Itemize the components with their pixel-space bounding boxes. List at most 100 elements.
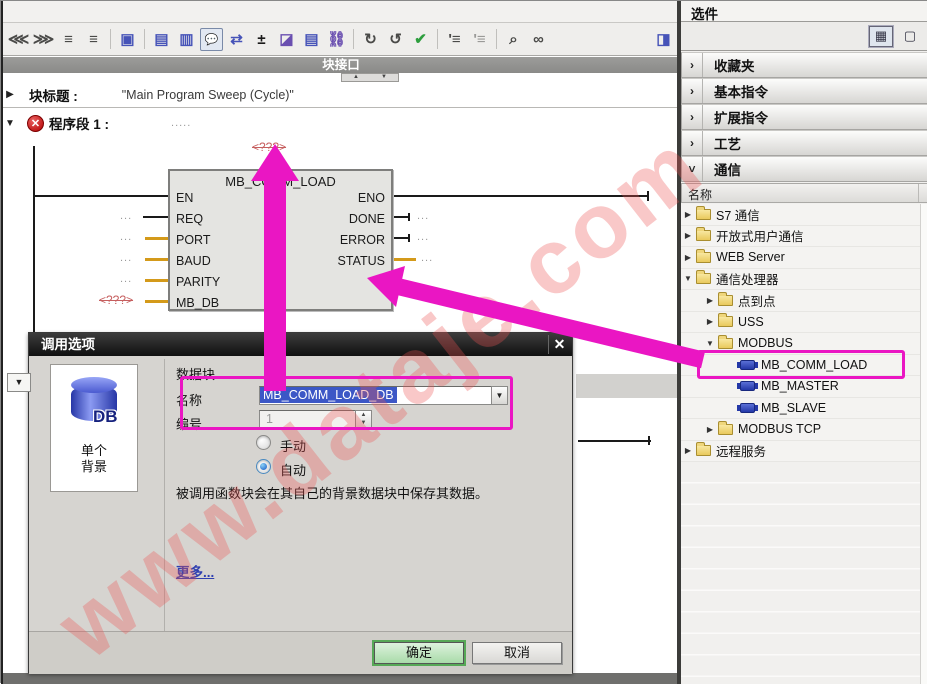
input-pin-MB_DB[interactable]: MB_DB (176, 296, 219, 310)
palette-section-基本指令[interactable]: ›基本指令 (681, 78, 927, 104)
input-pin-BAUD[interactable]: BAUD (176, 254, 211, 268)
req-operand-placeholder[interactable]: ... (120, 210, 132, 222)
output-pin-DONE[interactable]: DONE (349, 212, 385, 226)
manual-radio[interactable] (256, 435, 271, 450)
redo-icon[interactable]: ↻ (359, 28, 382, 51)
compile-icon[interactable]: ✔ (409, 28, 432, 51)
favorites-block-icon[interactable]: ▣ (116, 28, 139, 51)
single-instance-icon-box[interactable]: DB 单个 背景 (50, 364, 138, 492)
tree-item-MB_MASTER[interactable]: MB_MASTER (681, 376, 927, 398)
chevron-right-icon[interactable]: › (682, 105, 703, 129)
ladder-network-icon[interactable]: ▤ (150, 28, 173, 51)
insert-network-icon[interactable]: ≡ (57, 28, 80, 51)
tree-collapse-icon[interactable]: ▼ (705, 339, 715, 348)
monitor-glasses-icon[interactable]: ∞ (527, 28, 550, 51)
collapse-up-icon[interactable]: ▲ (353, 74, 359, 81)
close-all-networks-icon[interactable]: ⋙ (32, 28, 55, 51)
input-pin-PORT[interactable]: PORT (176, 233, 211, 247)
tree-item-MODBUS TCP[interactable]: ▶MODBUS TCP (681, 419, 927, 441)
tree-item-点到点[interactable]: ▶点到点 (681, 290, 927, 312)
tree-expand-icon[interactable]: ▶ (705, 317, 715, 326)
tree-item-S7 通信[interactable]: ▶S7 通信 (681, 204, 927, 226)
tree-expand-icon[interactable]: ▶ (705, 296, 715, 305)
update-block-call-icon[interactable]: ⛓ (325, 28, 348, 51)
output-pin-ENO[interactable]: ENO (358, 191, 385, 205)
input-pin-EN[interactable]: EN (176, 191, 193, 205)
input-pin-REQ[interactable]: REQ (176, 212, 203, 226)
chevron-right-icon[interactable]: › (682, 131, 703, 155)
auto-radio[interactable] (256, 459, 271, 474)
open-branch-icon[interactable]: ⇄ (225, 28, 248, 51)
input-pin-PARITY[interactable]: PARITY (176, 275, 220, 289)
absolute-operands-icon[interactable]: '≡ (443, 28, 466, 51)
plus-minus-icon[interactable]: ± (250, 28, 273, 51)
float-palette-view-icon[interactable]: ▦ (869, 26, 893, 47)
collapse-down-icon[interactable]: ▼ (381, 74, 387, 81)
tree-item-MB_SLAVE[interactable]: MB_SLAVE (681, 398, 927, 420)
tree-expand-icon[interactable]: ▶ (683, 253, 693, 262)
ok-button[interactable]: 确定 (374, 642, 464, 664)
chevron-down-icon[interactable]: ˅ (682, 157, 703, 181)
collapse-arrow-icon[interactable]: ▼ (3, 118, 17, 129)
name-input[interactable]: MB_COMM_LOAD_DB (259, 386, 492, 405)
network-label[interactable]: 程序段 1 : (49, 113, 109, 133)
tree-item-远程服务[interactable]: ▶远程服务 (681, 441, 927, 463)
output-pin-STATUS[interactable]: STATUS (338, 254, 385, 268)
tree-item-WEB Server[interactable]: ▶WEB Server (681, 247, 927, 269)
symbolic-operands-icon[interactable]: '≡ (468, 28, 491, 51)
number-spinner[interactable]: ▲▼ (355, 410, 372, 429)
interface-collapse-handle[interactable]: ▲▼ (341, 73, 399, 82)
tree-expand-icon[interactable]: ▶ (705, 425, 715, 434)
block-interface-bar[interactable]: 块接口 (3, 57, 679, 73)
tree-item-USS[interactable]: ▶USS (681, 312, 927, 334)
mbdb-operand-placeholder[interactable]: <???> (99, 293, 133, 307)
mb-comm-load-block[interactable]: MB_COMM_LOAD EN REQ PORT BAUD PARITY MB_DB EN… (168, 169, 393, 311)
tree-item-通信处理器[interactable]: ▼通信处理器 (681, 269, 927, 291)
expand-arrow-icon[interactable]: ▶ (3, 89, 17, 100)
palette-section-通信[interactable]: ˅通信 (681, 156, 927, 182)
auto-radio-label[interactable]: 自动 (280, 460, 306, 479)
undo-icon[interactable]: ↺ (384, 28, 407, 51)
output-pin-ERROR[interactable]: ERROR (340, 233, 385, 247)
block-title-value[interactable]: "Main Program Sweep (Cycle)" (122, 88, 294, 102)
tree-expand-icon[interactable]: ▶ (683, 210, 693, 219)
panel-scrollbar[interactable] (920, 204, 927, 684)
open-all-networks-icon[interactable]: ⋘ (7, 28, 30, 51)
tree-item-MB_COMM_LOAD[interactable]: MB_COMM_LOAD (681, 355, 927, 377)
parity-operand-placeholder[interactable]: ... (120, 273, 132, 285)
manual-radio-label[interactable]: 手动 (280, 436, 306, 455)
insert-row-icon[interactable]: ▤ (300, 28, 323, 51)
close-branch-icon[interactable]: ◪ (275, 28, 298, 51)
tree-expand-icon[interactable]: ▶ (683, 231, 693, 240)
port-operand-placeholder[interactable]: ... (120, 231, 132, 243)
delete-network-icon[interactable]: ≡ (82, 28, 105, 51)
palette-section-收藏夹[interactable]: ›收藏夹 (681, 52, 927, 78)
number-input[interactable]: 1 (259, 410, 356, 429)
tree-item-开放式用户通信[interactable]: ▶开放式用户通信 (681, 226, 927, 248)
palette-section-扩展指令[interactable]: ›扩展指令 (681, 104, 927, 130)
tree-item-MODBUS[interactable]: ▼MODBUS (681, 333, 927, 355)
tree-expand-icon[interactable]: ▶ (683, 446, 693, 455)
close-icon[interactable]: ✕ (548, 335, 570, 354)
palette-section-工艺[interactable]: ›工艺 (681, 130, 927, 156)
window-view-icon[interactable]: ▢ (898, 26, 922, 47)
block-name[interactable]: MB_COMM_LOAD (170, 174, 391, 189)
comment-icon[interactable]: 💬 (200, 28, 223, 51)
done-operand-placeholder[interactable]: ... (417, 210, 429, 222)
baud-operand-placeholder[interactable]: ... (120, 252, 132, 264)
network-collapse-dropdown[interactable]: ▼ (7, 373, 31, 392)
instance-db-placeholder[interactable]: <???> (252, 140, 286, 154)
more-link[interactable]: 更多... (176, 561, 214, 581)
chevron-right-icon[interactable]: › (682, 53, 703, 77)
chevron-right-icon[interactable]: › (682, 79, 703, 103)
tree-collapse-icon[interactable]: ▼ (683, 274, 693, 283)
cancel-button[interactable]: 取消 (472, 642, 562, 664)
find-replace-icon[interactable]: ⌕ (502, 28, 525, 51)
status-operand-placeholder[interactable]: ... (421, 252, 433, 264)
error-operand-placeholder[interactable]: ... (417, 231, 429, 243)
empty-box-icon[interactable]: ▥ (175, 28, 198, 51)
name-dropdown-button[interactable]: ▼ (491, 386, 508, 405)
name-column-header[interactable]: 名称 (681, 183, 927, 203)
editor-layout-icon[interactable]: ◨ (652, 28, 675, 51)
network-comment[interactable]: ..... (171, 117, 191, 129)
